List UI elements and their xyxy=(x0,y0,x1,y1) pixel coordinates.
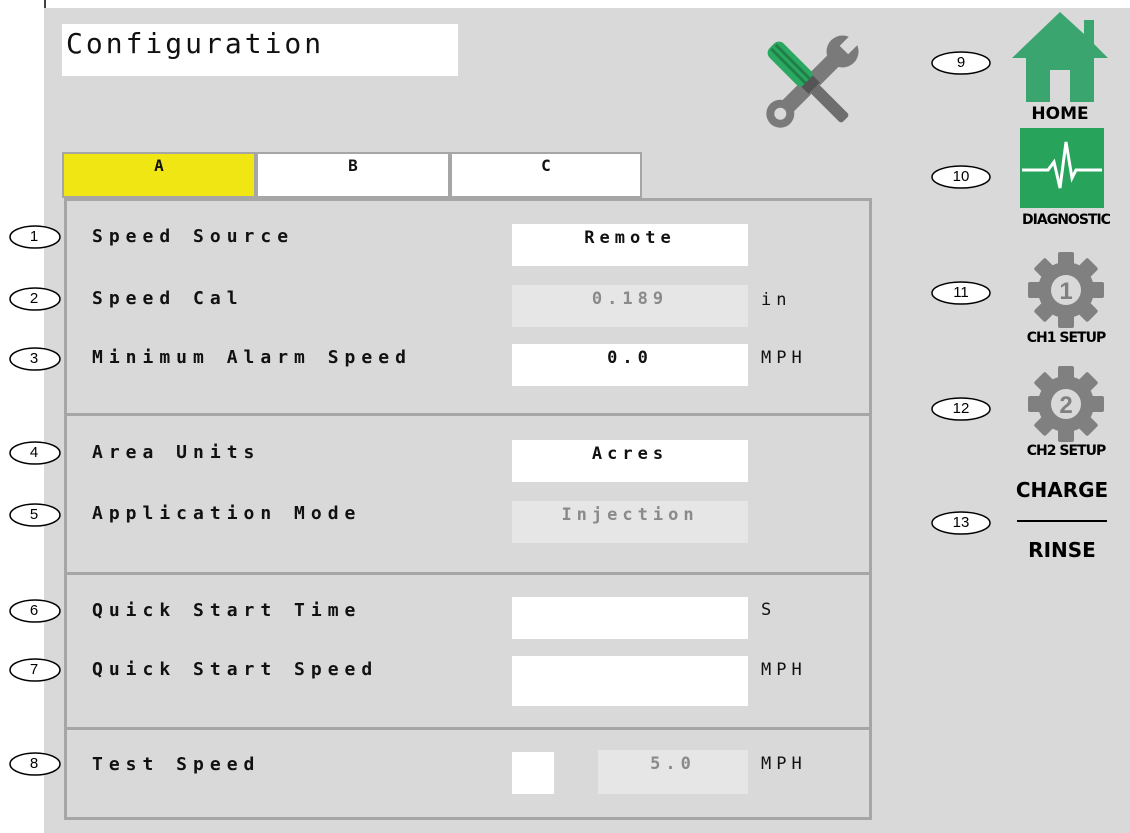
tab-a[interactable]: A xyxy=(62,152,256,198)
ch2-setup-label: CH2 SETUP xyxy=(1026,443,1106,459)
section-divider xyxy=(64,413,872,416)
quick-start-time-unit: S xyxy=(761,600,777,620)
section-divider xyxy=(64,727,872,730)
diagnostic-label: DIAGNOSTIC xyxy=(1022,212,1111,228)
callout-10: 10 xyxy=(930,164,992,190)
tab-b[interactable]: B xyxy=(256,152,450,198)
ch2-setup-button[interactable]: 2 CH2 SETUP xyxy=(1010,364,1122,464)
callout-1: 1 xyxy=(8,224,70,250)
callout-4: 4 xyxy=(8,440,70,466)
test-speed-unit: MPH xyxy=(761,754,807,774)
test-speed-checkbox[interactable] xyxy=(512,752,554,794)
tab-c[interactable]: C xyxy=(450,152,642,198)
area-units-field[interactable]: Acres xyxy=(512,440,748,482)
diagnostic-button[interactable]: DIAGNOSTIC xyxy=(1010,128,1122,236)
callout-12: 12 xyxy=(930,396,992,422)
quick-start-speed-unit: MPH xyxy=(761,660,807,680)
callout-13: 13 xyxy=(930,510,992,536)
quick-start-time-label: Quick Start Time xyxy=(92,600,362,621)
callout-11: 11 xyxy=(930,280,992,306)
home-icon xyxy=(1012,12,1108,102)
callout-2: 2 xyxy=(8,286,70,312)
wrench-screwdriver-icon xyxy=(766,34,860,128)
rinse-label: RINSE xyxy=(1028,538,1096,562)
callout-9: 9 xyxy=(930,50,992,76)
section-divider xyxy=(64,572,872,575)
home-label: HOME xyxy=(1031,104,1089,124)
callout-8: 8 xyxy=(8,751,70,777)
callout-6: 6 xyxy=(8,598,70,624)
speed-cal-field: 0.189 xyxy=(512,285,748,327)
test-speed-label: Test Speed xyxy=(92,754,261,775)
quick-start-speed-label: Quick Start Speed xyxy=(92,659,379,680)
charge-rinse-button[interactable]: CHARGE RINSE xyxy=(1000,478,1124,568)
page-title: Configuration xyxy=(62,24,458,76)
ch1-setup-label: CH1 SETUP xyxy=(1026,330,1106,346)
test-speed-field: 5.0 xyxy=(598,750,748,794)
speed-cal-unit: in xyxy=(761,290,792,310)
gear-1-icon: 1 xyxy=(1028,252,1104,328)
charge-rinse-divider xyxy=(1017,520,1107,522)
area-units-label: Area Units xyxy=(92,442,261,463)
callout-3: 3 xyxy=(8,346,70,372)
minimum-alarm-speed-unit: MPH xyxy=(761,348,807,368)
gear-2-icon: 2 xyxy=(1028,366,1104,442)
minimum-alarm-speed-label: Minimum Alarm Speed xyxy=(92,347,412,368)
callout-7: 7 xyxy=(8,657,70,683)
application-mode-field: Injection xyxy=(512,501,748,543)
quick-start-speed-field[interactable] xyxy=(512,656,748,706)
speed-cal-label: Speed Cal xyxy=(92,288,244,309)
speed-source-field[interactable]: Remote xyxy=(512,224,748,266)
minimum-alarm-speed-field[interactable]: 0.0 xyxy=(512,344,748,386)
application-mode-label: Application Mode xyxy=(92,503,362,524)
speed-source-label: Speed Source xyxy=(92,226,295,247)
charge-label: CHARGE xyxy=(1015,478,1109,502)
quick-start-time-field[interactable] xyxy=(512,597,748,639)
heartbeat-icon xyxy=(1020,128,1104,208)
svg-text:1: 1 xyxy=(1059,278,1072,305)
home-button[interactable]: HOME xyxy=(1010,8,1110,124)
ch1-setup-button[interactable]: 1 CH1 SETUP xyxy=(1010,250,1122,350)
svg-text:2: 2 xyxy=(1059,392,1072,419)
callout-5: 5 xyxy=(8,502,70,528)
